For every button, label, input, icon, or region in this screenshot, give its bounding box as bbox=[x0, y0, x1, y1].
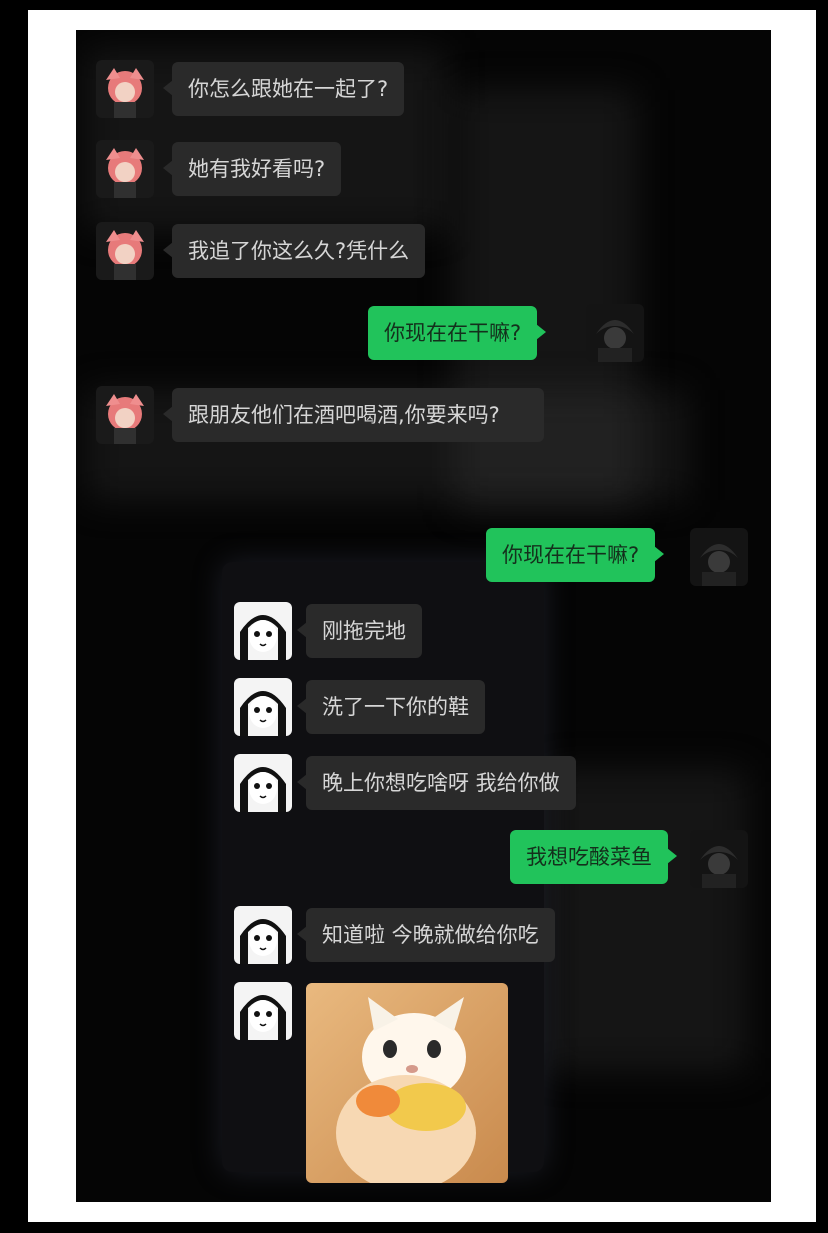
message-bubble[interactable]: 晚上你想吃啥呀 我给你做 bbox=[297, 756, 576, 810]
message-bubble-outgoing[interactable]: 我想吃酸菜鱼 bbox=[510, 830, 677, 884]
message-bubble[interactable]: 你怎么跟她在一起了? bbox=[162, 62, 405, 116]
manga-girl-avatar[interactable] bbox=[234, 678, 292, 736]
dark-hair-boy-avatar[interactable] bbox=[586, 304, 644, 362]
message-bubble[interactable]: 她有我好看吗? bbox=[162, 142, 342, 196]
message-bubble[interactable]: 知道啦 今晚就做给你吃 bbox=[297, 908, 555, 962]
dark-hair-boy-avatar[interactable] bbox=[690, 830, 748, 888]
manga-girl-avatar[interactable] bbox=[234, 602, 292, 660]
message-bubble-outgoing[interactable]: 你现在在干嘛? bbox=[368, 306, 547, 360]
manga-girl-avatar[interactable] bbox=[234, 754, 292, 812]
message-bubble-outgoing[interactable]: 你现在在干嘛? bbox=[486, 528, 665, 582]
cat-photo[interactable] bbox=[306, 983, 508, 1183]
pink-hair-girl-avatar[interactable] bbox=[96, 386, 154, 444]
pink-hair-girl-avatar[interactable] bbox=[96, 222, 154, 280]
manga-girl-avatar[interactable] bbox=[234, 982, 292, 1040]
message-bubble[interactable]: 洗了一下你的鞋 bbox=[297, 680, 485, 734]
message-bubble[interactable]: 刚拖完地 bbox=[297, 604, 422, 658]
dark-hair-boy-avatar[interactable] bbox=[690, 528, 748, 586]
pink-hair-girl-avatar[interactable] bbox=[96, 60, 154, 118]
manga-girl-avatar[interactable] bbox=[234, 906, 292, 964]
pink-hair-girl-avatar[interactable] bbox=[96, 140, 154, 198]
message-bubble[interactable]: 跟朋友他们在酒吧喝酒,你要来吗? bbox=[163, 388, 544, 442]
chat-screenshot: 你怎么跟她在一起了? 她有我好看吗? 我追了你这么久?凭什么 你现在在干嘛? 跟… bbox=[76, 30, 771, 1202]
message-bubble[interactable]: 我追了你这么久?凭什么 bbox=[162, 224, 426, 278]
screenshot-frame: 你怎么跟她在一起了? 她有我好看吗? 我追了你这么久?凭什么 你现在在干嘛? 跟… bbox=[0, 0, 828, 1233]
